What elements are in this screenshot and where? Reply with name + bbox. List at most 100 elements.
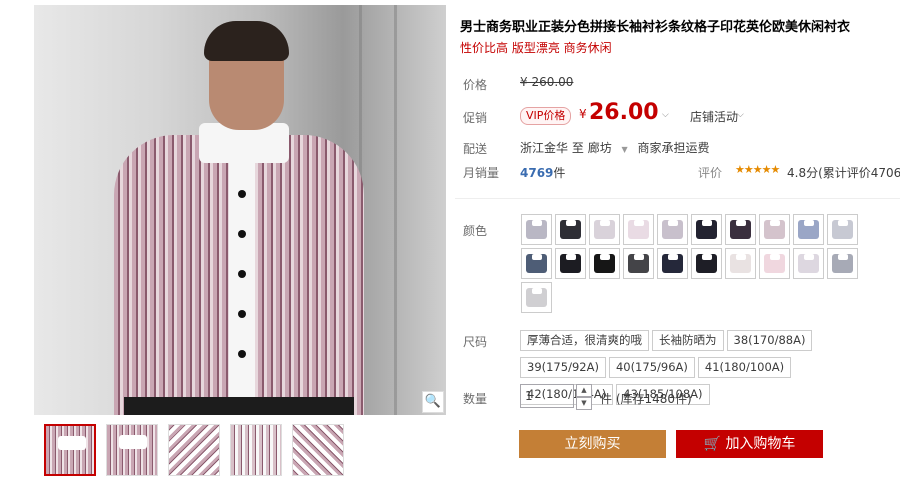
divider [455, 198, 900, 199]
color-swatch-list [521, 214, 881, 313]
color-label: 颜色 [463, 224, 488, 238]
shirt-button [238, 350, 246, 358]
size-option[interactable]: 40(175/96A) [608, 357, 695, 378]
ship-to-word: 至 [571, 141, 584, 155]
product-main-image[interactable]: 🔍 [34, 5, 446, 415]
original-price: ¥ 260.00 [520, 75, 574, 89]
decrement-icon[interactable]: ▼ [576, 397, 592, 410]
thumbnail[interactable] [168, 424, 220, 476]
swatch-collar [770, 220, 780, 226]
product-subtitle: 性价比高 版型漂亮 商务休闲 [460, 41, 612, 55]
thumbnail[interactable] [106, 424, 158, 476]
swatch-collar [634, 254, 644, 260]
currency-symbol: ¥ [579, 107, 587, 121]
color-swatch[interactable] [725, 248, 756, 279]
shirt-button [238, 190, 246, 198]
monthly-sales: 4769件 [520, 164, 565, 181]
caret-down-icon[interactable]: ▼ [622, 145, 628, 154]
shirt-button [238, 230, 246, 238]
swatch-collar [702, 220, 712, 226]
swatch-collar [532, 220, 542, 226]
size-option[interactable]: 39(175/92A) [520, 357, 606, 378]
color-swatch[interactable] [521, 214, 552, 245]
color-swatch[interactable] [657, 214, 688, 245]
swatch-collar [770, 254, 780, 260]
quantity-label: 数量 [463, 392, 488, 406]
buy-now-button[interactable]: 立刻购买 [519, 430, 666, 458]
color-swatch[interactable] [793, 248, 824, 279]
color-swatch[interactable] [623, 214, 654, 245]
color-swatch[interactable] [521, 282, 552, 313]
rating-score[interactable]: 4.8分(累计评价4706) [787, 164, 900, 181]
color-swatch[interactable] [759, 214, 790, 245]
color-swatch[interactable] [555, 248, 586, 279]
thumbnail-strip [44, 424, 344, 476]
ship-to-select[interactable]: 廊坊 [588, 141, 612, 155]
shipping-info: 浙江金华 至 廊坊 ▼ 商家承担运费 [520, 139, 710, 156]
cart-icon: 🛒 [703, 436, 721, 452]
zoom-icon[interactable]: 🔍 [422, 391, 444, 413]
size-option[interactable]: 长袖防晒为 [652, 330, 724, 351]
color-swatch[interactable] [691, 248, 722, 279]
swatch-collar [838, 220, 848, 226]
sales-unit: 件 [553, 166, 566, 180]
swatch-collar [566, 254, 576, 260]
shipping-label: 配送 [463, 142, 488, 156]
swatch-collar [736, 220, 746, 226]
price-label: 价格 [463, 78, 488, 92]
swatch-collar [702, 254, 712, 260]
swatch-collar [600, 220, 610, 226]
swatch-collar [804, 220, 814, 226]
shop-activity-link[interactable]: 店铺活动 [690, 108, 738, 125]
color-swatch[interactable] [589, 248, 620, 279]
size-label: 尺码 [463, 335, 488, 349]
swatch-collar [532, 288, 542, 294]
swatch-collar [736, 254, 746, 260]
belt [124, 397, 354, 415]
wall-line [394, 5, 397, 415]
size-option[interactable]: 厚薄合适，很清爽的哦 [520, 330, 649, 351]
rating-label: 评价 [698, 166, 723, 180]
rating-stars: ★★★★★ [735, 163, 780, 176]
swatch-collar [600, 254, 610, 260]
swatch-collar [838, 254, 848, 260]
ship-from: 浙江金华 [520, 141, 569, 155]
sales-label: 月销量 [463, 166, 500, 180]
shipping-note: 商家承担运费 [637, 141, 710, 155]
size-option[interactable]: 41(180/100A) [697, 357, 792, 378]
color-swatch[interactable] [725, 214, 756, 245]
model-figure [114, 21, 364, 415]
chevron-down-icon[interactable]: ⌵ [662, 110, 669, 120]
color-swatch[interactable] [623, 248, 654, 279]
size-option[interactable]: 38(170/88A) [726, 330, 813, 351]
color-swatch[interactable] [691, 214, 722, 245]
model-hair [204, 21, 289, 61]
color-swatch[interactable] [827, 214, 858, 245]
color-swatch[interactable] [759, 248, 790, 279]
thumbnail[interactable] [44, 424, 96, 476]
chevron-down-icon[interactable]: ⌵ [737, 110, 744, 120]
shirt-button [238, 310, 246, 318]
thumbnail[interactable] [230, 424, 282, 476]
quantity-input[interactable]: 1 [520, 384, 574, 408]
color-swatch[interactable] [827, 248, 858, 279]
swatch-collar [566, 220, 576, 226]
swatch-collar [804, 254, 814, 260]
thumbnail[interactable] [292, 424, 344, 476]
swatch-collar [668, 220, 678, 226]
swatch-collar [668, 254, 678, 260]
color-swatch[interactable] [793, 214, 824, 245]
quantity-stepper[interactable]: ▲ ▼ [576, 384, 592, 410]
swatch-collar [532, 254, 542, 260]
color-swatch[interactable] [657, 248, 688, 279]
swatch-collar [634, 220, 644, 226]
product-title: 男士商务职业正装分色拼接长袖衬衫条纹格子印花英伦欧美休闲衬衣 [460, 20, 851, 35]
add-to-cart-label: 加入购物车 [725, 436, 796, 452]
color-swatch[interactable] [589, 214, 620, 245]
color-swatch[interactable] [555, 214, 586, 245]
increment-icon[interactable]: ▲ [576, 384, 592, 397]
color-swatch[interactable] [521, 248, 552, 279]
promo-label: 促销 [463, 111, 488, 125]
stock-info: 件 (库存1480件) [600, 392, 692, 406]
add-to-cart-button[interactable]: 🛒 加入购物车 [676, 430, 823, 458]
